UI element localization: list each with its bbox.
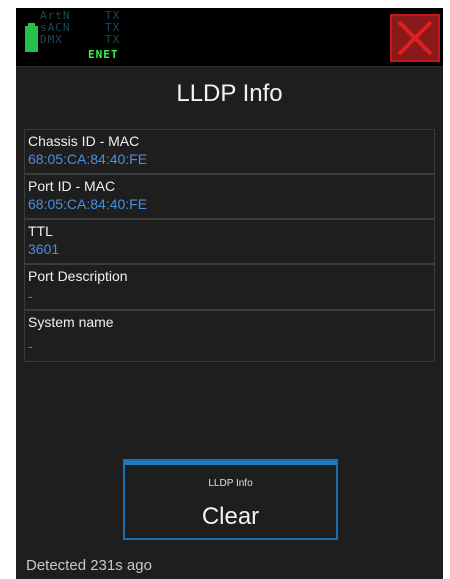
button-accent-strip [125, 461, 336, 465]
info-value: - [28, 338, 33, 354]
lldp-info-list: Chassis ID - MAC 68:05:CA:84:40:FE Port … [24, 129, 435, 362]
device-screen: ArtN TX sACN TX DMX TX ENET LLDP Info Ch… [16, 8, 443, 579]
info-value: 68:05:CA:84:40:FE [28, 196, 148, 212]
info-value: - [28, 288, 33, 304]
status-text: Detected 231s ago [26, 557, 152, 574]
info-row-ttl: TTL 3601 [24, 219, 435, 264]
status-bar: ArtN TX sACN TX DMX TX ENET [16, 8, 443, 67]
info-label: System name [28, 314, 114, 330]
close-x-icon [397, 20, 433, 56]
info-value: 68:05:CA:84:40:FE [28, 151, 148, 167]
battery-icon [25, 23, 38, 52]
info-label: TTL [28, 223, 53, 239]
network-indicator: ENET [88, 48, 119, 61]
clear-button-caption: LLDP Info [208, 478, 253, 489]
info-row-port-description: Port Description - [24, 264, 435, 310]
page-title: LLDP Info [176, 80, 283, 107]
info-value: 3601 [28, 241, 60, 257]
info-label: Port ID - MAC [28, 178, 116, 194]
close-button[interactable] [390, 14, 440, 62]
info-row-system-name: System name - [24, 310, 435, 362]
clear-button-label: Clear [201, 503, 260, 530]
protocol-label-dmx: DMX [40, 33, 63, 46]
info-row-port-id: Port ID - MAC 68:05:CA:84:40:FE [24, 174, 435, 219]
info-label: Chassis ID - MAC [28, 133, 140, 149]
info-label: Port Description [28, 268, 128, 284]
protocol-state-dmx: TX [105, 33, 121, 46]
info-row-chassis-id: Chassis ID - MAC 68:05:CA:84:40:FE [24, 129, 435, 174]
clear-button[interactable]: LLDP Info Clear [123, 459, 338, 540]
